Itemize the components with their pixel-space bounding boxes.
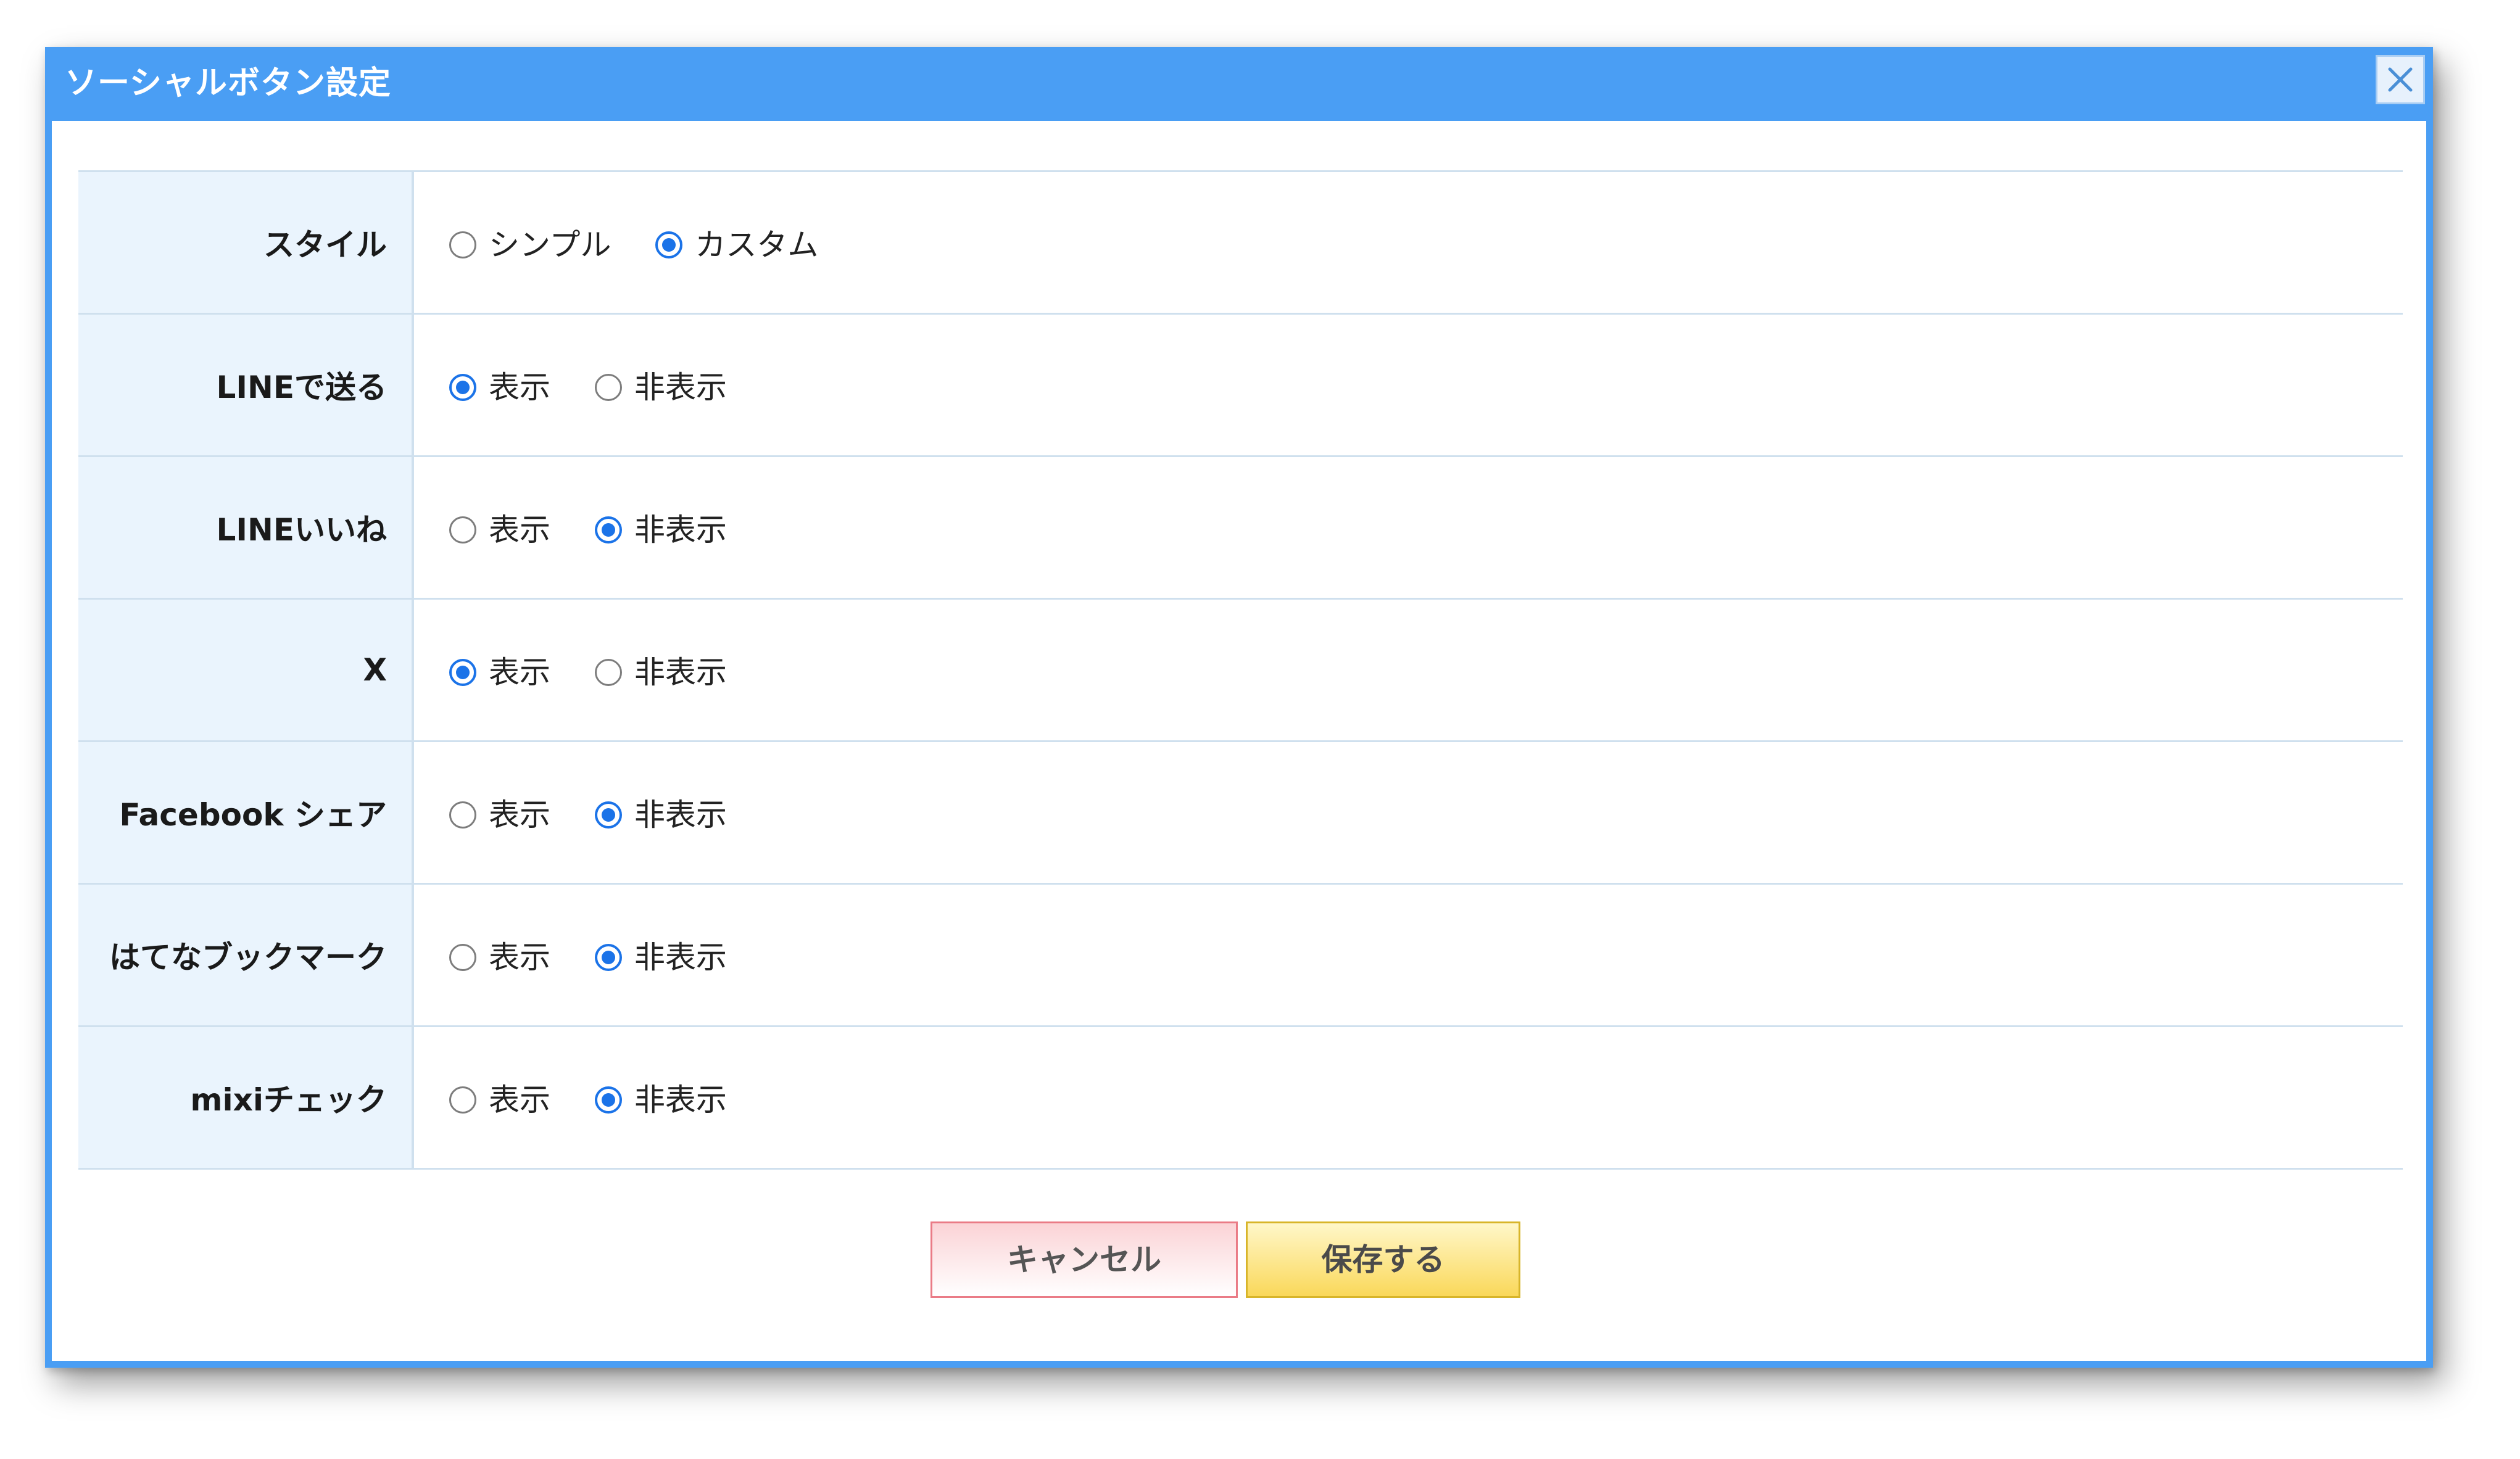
radio-label: 非表示 — [634, 796, 727, 833]
radio-option[interactable]: カスタム — [655, 229, 818, 260]
row-line-send: LINEで送る 表示 非表示 — [78, 313, 2403, 457]
row-label: スタイル — [78, 170, 414, 315]
dialog-titlebar[interactable]: ソーシャルボタン設定 — [45, 47, 2433, 121]
row-style: スタイル シンプル カスタム — [78, 170, 2403, 315]
radio-option[interactable]: 非表示 — [594, 654, 727, 690]
option-group: シンプル カスタム — [413, 170, 2403, 315]
radio-label: 非表示 — [634, 369, 727, 405]
radio-option[interactable]: 表示 — [449, 372, 550, 403]
settings-table: スタイル シンプル カスタム LINEで送る 表示 非表示 LINEいいね 表示… — [78, 170, 2403, 1170]
social-button-settings-dialog: ソーシャルボタン設定 スタイル シンプル カスタム LINEで送る 表示 非表示… — [45, 47, 2433, 1368]
dialog-title: ソーシャルボタン設定 — [65, 65, 391, 102]
radio-label: 非表示 — [634, 939, 727, 975]
radio-button[interactable] — [449, 231, 476, 258]
radio-button[interactable] — [449, 658, 476, 686]
radio-option[interactable]: 非表示 — [594, 1081, 727, 1118]
radio-label: 非表示 — [634, 654, 727, 690]
radio-button[interactable] — [655, 231, 683, 258]
close-icon — [2388, 67, 2413, 92]
radio-option[interactable]: 非表示 — [594, 796, 727, 833]
radio-button[interactable] — [594, 1086, 622, 1114]
radio-label: 非表示 — [634, 511, 727, 548]
radio-label: 表示 — [489, 796, 550, 833]
radio-option[interactable]: 非表示 — [594, 939, 727, 975]
radio-option[interactable]: 表示 — [449, 800, 550, 830]
row-label: Facebook シェア — [78, 740, 414, 885]
radio-button[interactable] — [449, 801, 476, 829]
save-button[interactable]: 保存する — [1246, 1221, 1520, 1298]
radio-option[interactable]: 非表示 — [594, 369, 727, 405]
option-group: 表示 非表示 — [413, 883, 2403, 1027]
row-label: はてなブックマーク — [78, 883, 414, 1027]
cancel-button[interactable]: キャンセル — [930, 1221, 1238, 1298]
radio-option[interactable]: シンプル — [449, 229, 611, 260]
radio-button[interactable] — [594, 801, 622, 829]
radio-label: シンプル — [489, 226, 611, 263]
option-group: 表示 非表示 — [413, 740, 2403, 885]
radio-label: 表示 — [489, 1081, 550, 1118]
radio-option[interactable]: 表示 — [449, 657, 550, 688]
option-group: 表示 非表示 — [413, 598, 2403, 742]
radio-label: カスタム — [695, 226, 819, 263]
row-line-like: LINEいいね 表示 非表示 — [78, 455, 2403, 600]
radio-button[interactable] — [594, 943, 622, 971]
row-mixi-check: mixiチェック 表示 非表示 — [78, 1025, 2403, 1170]
radio-label: 表示 — [489, 654, 550, 690]
radio-label: 表示 — [489, 511, 550, 548]
radio-button[interactable] — [449, 943, 476, 971]
radio-label: 表示 — [489, 369, 550, 405]
option-group: 表示 非表示 — [413, 1025, 2403, 1170]
radio-button[interactable] — [449, 1086, 476, 1114]
close-button[interactable] — [2376, 55, 2425, 104]
row-label: X — [78, 598, 414, 742]
radio-option[interactable]: 表示 — [449, 942, 550, 973]
radio-label: 非表示 — [634, 1081, 727, 1118]
radio-button[interactable] — [449, 516, 476, 544]
row-label: LINEで送る — [78, 313, 414, 457]
row-facebook-share: Facebook シェア 表示 非表示 — [78, 740, 2403, 885]
radio-option[interactable]: 非表示 — [594, 511, 727, 548]
row-x: X 表示 非表示 — [78, 598, 2403, 742]
row-hatena-bookmark: はてなブックマーク 表示 非表示 — [78, 883, 2403, 1027]
option-group: 表示 非表示 — [413, 313, 2403, 457]
row-label: mixiチェック — [78, 1025, 414, 1170]
radio-button[interactable] — [594, 516, 622, 544]
screen: ソーシャルボタン設定 スタイル シンプル カスタム LINEで送る 表示 非表示… — [0, 0, 2520, 1459]
option-group: 表示 非表示 — [413, 455, 2403, 600]
radio-option[interactable]: 表示 — [449, 515, 550, 545]
radio-button[interactable] — [594, 373, 622, 401]
radio-label: 表示 — [489, 939, 550, 975]
radio-button[interactable] — [449, 373, 476, 401]
row-label: LINEいいね — [78, 455, 414, 600]
radio-option[interactable]: 表示 — [449, 1085, 550, 1115]
radio-button[interactable] — [594, 658, 622, 686]
